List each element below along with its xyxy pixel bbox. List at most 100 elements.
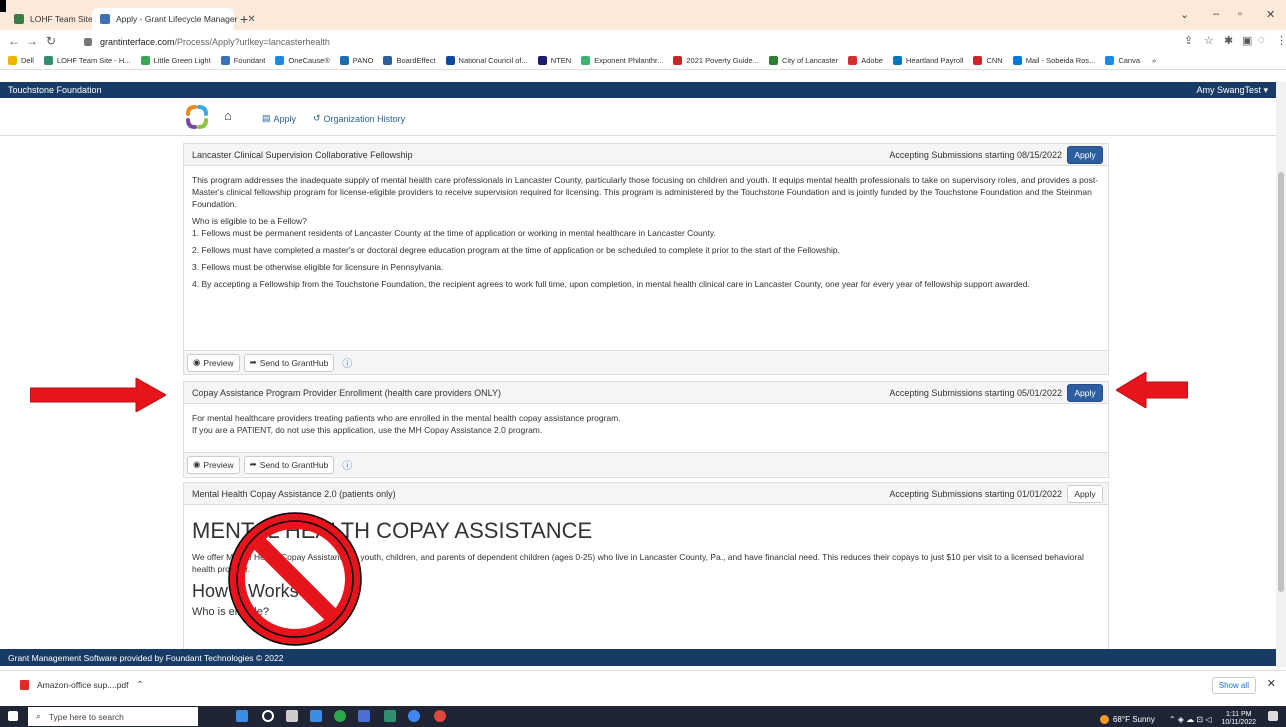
send-to-granthub-button[interactable]: ➦ Send to GrantHub (243, 353, 335, 372)
new-tab-button[interactable]: + (240, 11, 248, 27)
chrome-active-icon[interactable] (408, 710, 420, 722)
bookmark-item[interactable]: Little Green Light (140, 56, 211, 65)
taskbar-search[interactable]: ⌕ Type here to search (28, 707, 198, 726)
bookmark-star-icon[interactable]: ☆ (1204, 34, 1214, 47)
reload-icon[interactable]: ↻ (46, 34, 56, 48)
chevron-up-icon[interactable]: ⌃ (137, 679, 144, 690)
download-item[interactable]: Amazon-office sup....pdf ⌃ (20, 679, 144, 690)
cortana-figure-icon[interactable] (236, 710, 248, 722)
tab-apply-grant[interactable]: Apply - Grant Lifecycle Manager ✕ (92, 8, 256, 30)
show-all-button[interactable]: Show all (1211, 677, 1256, 694)
right-red-arrow-annotation (1116, 372, 1188, 408)
bookmark-item[interactable]: NTEN (537, 56, 571, 65)
forward-icon[interactable]: → (26, 34, 38, 48)
close-tab-icon[interactable]: ✕ (247, 14, 255, 25)
bookmark-item[interactable]: Foundant (220, 56, 266, 65)
sidepanel-icon[interactable]: ▣ (1242, 34, 1252, 47)
foundant-logo-icon[interactable] (184, 104, 210, 130)
history-icon: ↺ (313, 113, 321, 123)
maximize-icon[interactable]: ▫ (1238, 8, 1242, 20)
bookmark-favicon-icon (768, 56, 778, 65)
tab-label: Apply - Grant Lifecycle Manager (116, 14, 238, 24)
org-name: Touchstone Foundation (8, 85, 102, 95)
search-icon: ⌕ (36, 711, 41, 721)
share-icon[interactable]: ⇪ (1184, 34, 1193, 47)
bookmark-item[interactable]: OneCause® (275, 56, 330, 65)
bookmark-item[interactable]: Adobe (848, 56, 883, 65)
bookmark-label: Mail - Sobeida Ros... (1025, 56, 1096, 65)
bookmark-item[interactable]: Heartland Payroll (892, 56, 963, 65)
bookmark-item[interactable]: LOHF Team Site - H... (43, 56, 131, 65)
bookmark-item[interactable]: PANO (339, 56, 373, 65)
share-arrow-icon: ➦ (249, 459, 257, 469)
weather-text[interactable]: 68°F Sunny (1113, 715, 1155, 724)
back-icon[interactable]: ← (8, 34, 20, 48)
bookmarks-overflow[interactable]: » (1152, 56, 1156, 65)
bookmark-item[interactable]: BoardEffect (383, 56, 436, 65)
tab-search-icon[interactable]: ⌄ (1180, 8, 1189, 21)
send-label: Send to GrantHub (259, 459, 329, 470)
bookmark-label: Adobe (861, 56, 883, 65)
bookmark-item[interactable]: Canva (1105, 56, 1140, 65)
extensions-icon[interactable]: ✱ (1224, 34, 1233, 47)
clock[interactable]: 1:11 PM 10/11/2022 (1221, 711, 1256, 727)
user-menu[interactable]: Amy SwangTest ▾ (1196, 85, 1268, 96)
close-window-icon[interactable]: ✕ (1266, 8, 1275, 21)
chrome-icon[interactable] (334, 710, 346, 722)
bookmark-label: Exponent Philanthr... (594, 56, 664, 65)
bookmark-favicon-icon (43, 56, 53, 65)
bookmark-favicon-icon (848, 56, 858, 65)
menu-icon[interactable]: ⋮ (1276, 34, 1286, 47)
bookmark-item[interactable]: 2021 Poverty Guide... (673, 56, 759, 65)
windows-taskbar: ⌕ Type here to search 68°F Sunny ⌃ ◈ ☁ ⊡… (0, 706, 1286, 727)
preview-button[interactable]: ◉ Preview (187, 353, 240, 372)
bookmark-label: Little Green Light (153, 56, 211, 65)
program-line: If you are a PATIENT, do not use this ap… (192, 425, 543, 435)
nav-apply[interactable]: ▤ Apply (262, 113, 296, 124)
bookmark-item[interactable]: Mail - Sobeida Ros... (1012, 56, 1096, 65)
nav-organization-history[interactable]: ↺ Organization History (313, 113, 405, 124)
minimize-icon[interactable]: – (1213, 8, 1219, 20)
tray-icons[interactable]: ⌃ ◈ ☁ ⊡ ◁ (1169, 715, 1212, 724)
info-icon[interactable]: ⓘ (342, 355, 352, 370)
eligibility-item: 3. Fellows must be otherwise eligible fo… (192, 262, 444, 272)
bookmark-label: Foundant (233, 56, 266, 65)
bookmark-favicon-icon (8, 56, 17, 65)
task-view-icon[interactable] (262, 710, 274, 722)
apply-button[interactable]: Apply (1067, 384, 1103, 402)
bookmark-label: CNN (986, 56, 1003, 65)
search-placeholder: Type here to search (48, 711, 124, 722)
scrollbar-thumb[interactable] (1278, 172, 1284, 592)
accepting-date: Accepting Submissions starting 05/01/202… (889, 388, 1062, 398)
program-header: Mental Health Copay Assistance 2.0 (pati… (184, 483, 1108, 505)
send-label: Send to GrantHub (259, 357, 329, 368)
windows-start-icon[interactable] (8, 711, 18, 721)
bookmark-item[interactable]: CNN (973, 56, 1003, 65)
pdf-icon (20, 679, 29, 690)
address-bar[interactable]: grantinterface.com /Process/Apply?urlkey… (84, 33, 1174, 50)
sharepoint-taskbar-icon[interactable] (384, 710, 396, 722)
bookmark-item[interactable]: Dell (8, 56, 34, 65)
notifications-icon[interactable] (1268, 711, 1278, 721)
bookmark-item[interactable]: Exponent Philanthr... (581, 56, 663, 65)
program-description: For mental healthcare providers treating… (184, 404, 1108, 452)
close-shelf-icon[interactable]: ✕ (1267, 677, 1276, 690)
preview-button[interactable]: ◉ Preview (187, 455, 240, 474)
info-icon[interactable]: ⓘ (342, 457, 352, 472)
send-to-granthub-button[interactable]: ➦ Send to GrantHub (243, 455, 335, 474)
home-icon[interactable]: ⌂ (224, 108, 232, 123)
apply-button[interactable]: Apply (1067, 146, 1103, 164)
apply-button[interactable]: Apply (1067, 485, 1103, 503)
page-scrollbar[interactable] (1276, 82, 1286, 667)
app-icon[interactable] (434, 710, 446, 722)
weather-icon (1099, 714, 1109, 724)
explorer-icon[interactable] (310, 710, 322, 722)
profile-icon[interactable]: ◌ (1258, 34, 1265, 46)
widgets-icon[interactable] (286, 710, 298, 722)
url-host: grantinterface.com (100, 36, 175, 47)
bookmark-favicon-icon (220, 56, 230, 65)
program-header: Copay Assistance Program Provider Enroll… (184, 382, 1108, 404)
bookmark-item[interactable]: City of Lancaster (768, 56, 838, 65)
bookmark-item[interactable]: National Council of... (445, 56, 528, 65)
teams-icon[interactable] (358, 710, 370, 722)
